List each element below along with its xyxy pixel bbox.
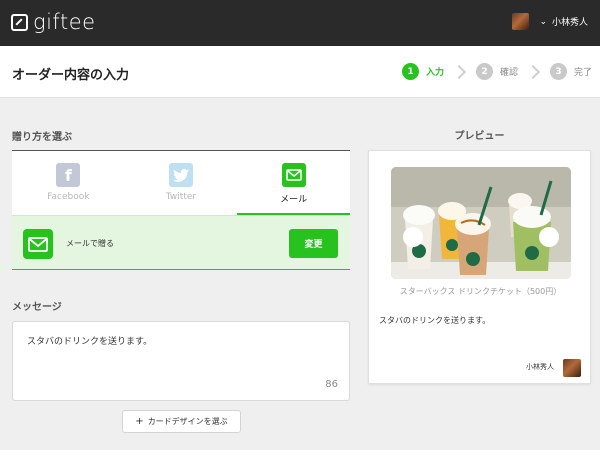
page-title: オーダー内容の入力 (12, 68, 130, 83)
chevron-right-icon (525, 64, 541, 79)
step-label: 確認 (499, 68, 518, 78)
choose-card-design-button[interactable]: + カードデザインを選ぶ (122, 410, 241, 433)
preview-heading: プレビュー (454, 131, 505, 142)
tab-label: Facebook (47, 192, 90, 202)
logo-icon (11, 13, 28, 31)
plus-icon: + (135, 416, 144, 427)
top-bar: giftee ⌄ 小林秀人 (0, 0, 600, 46)
giftee-logo[interactable]: giftee (11, 10, 96, 34)
step-label: 完了 (573, 68, 592, 78)
user-menu[interactable]: ⌄ 小林秀人 (512, 13, 588, 30)
send-method-heading: 贈り方を選ぶ (12, 132, 72, 143)
logo-text: giftee (33, 10, 96, 34)
tab-label: Twitter (165, 192, 197, 202)
page-header: オーダー内容の入力 1 入力 2 確認 3 完了 (0, 46, 600, 98)
button-label: カードデザインを選ぶ (147, 417, 228, 426)
facebook-icon: f (56, 163, 81, 187)
chevron-right-icon (451, 64, 467, 79)
tab-label: メール (280, 195, 308, 205)
tab-twitter[interactable]: Twitter (125, 151, 238, 215)
step-number: 1 (401, 63, 419, 80)
message-textarea[interactable]: スタバのドリンクを送ります。 86 (12, 321, 350, 401)
send-method-tabs: f Facebook Twitter メール (12, 151, 350, 215)
step-indicator: 1 入力 2 確認 3 完了 (401, 63, 592, 80)
product-image (391, 167, 571, 279)
step-number: 3 (549, 63, 567, 80)
mail-icon (281, 163, 306, 187)
chevron-down-icon: ⌄ (539, 16, 547, 27)
product-name: スターバックス ドリンクチケット（500円） (399, 287, 562, 296)
message-text: スタバのドリンクを送ります。 (27, 337, 153, 347)
avatar (563, 359, 581, 377)
char-count: 86 (325, 379, 338, 390)
step-label: 入力 (425, 68, 444, 78)
preview-card: スターバックス ドリンクチケット（500円） スタバのドリンクを送ります。 小林… (368, 150, 591, 384)
step-complete: 3 完了 (549, 63, 592, 80)
step-confirm: 2 確認 (475, 63, 518, 80)
ticket-notch (403, 227, 423, 247)
change-method-button[interactable]: 変更 (289, 229, 338, 258)
step-number: 2 (475, 63, 493, 80)
message-heading: メッセージ (12, 302, 62, 313)
user-name: 小林秀人 (551, 18, 588, 28)
selected-method-label: メールで贈る (66, 239, 114, 248)
avatar (512, 13, 530, 30)
twitter-icon (169, 163, 193, 187)
selected-method-box: メールで贈る 変更 (12, 215, 350, 270)
mail-icon (23, 229, 53, 259)
preview-sender-name: 小林秀人 (526, 363, 554, 371)
preview-message: スタバのドリンクを送ります。 (379, 316, 491, 325)
tab-facebook[interactable]: f Facebook (12, 151, 125, 215)
step-input: 1 入力 (401, 63, 444, 80)
ticket-notch (539, 227, 559, 247)
tab-mail[interactable]: メール (237, 151, 350, 215)
